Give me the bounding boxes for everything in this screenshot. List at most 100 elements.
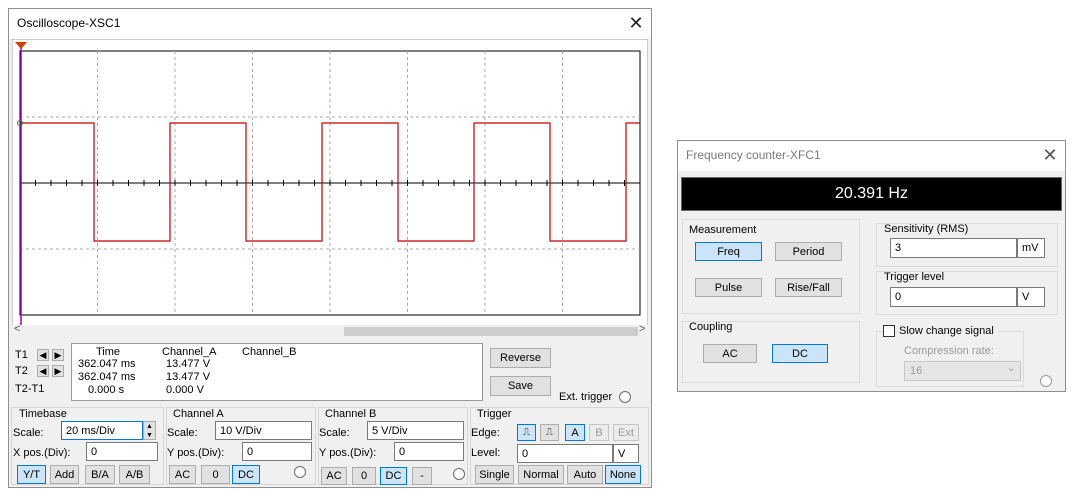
t1-label: T1 xyxy=(15,349,28,361)
t2-right-arrow-icon[interactable]: ▶ xyxy=(52,365,64,377)
channel-b-invert-button[interactable]: - xyxy=(412,467,432,485)
t1-channel-a: 13.477 V xyxy=(166,358,211,370)
edge-label: Edge: xyxy=(471,427,500,439)
oscilloscope-window: Oscilloscope-XSC1 ✕ < > T1 T2 T2-T1 ◀ ▶ … xyxy=(8,8,652,488)
channel-b-ac-button[interactable]: AC xyxy=(321,467,347,485)
t2-label: T2 xyxy=(15,365,28,377)
falling-edge-icon[interactable]: ⎍ xyxy=(540,424,559,441)
slow-change-checkbox[interactable] xyxy=(883,325,895,337)
xpos-label: X pos.(Div): xyxy=(13,447,71,459)
window-title: Frequency counter-XFC1 xyxy=(686,148,821,162)
timebase-title: Timebase xyxy=(19,408,67,420)
close-icon[interactable]: ✕ xyxy=(1040,145,1060,165)
mode-ba-button[interactable]: B/A xyxy=(85,465,115,484)
trigger-level-field[interactable]: 0 xyxy=(517,444,613,463)
channel-a-title: Channel A xyxy=(173,408,224,420)
trigger-source-b-button[interactable]: B xyxy=(589,424,609,441)
channel-a-scale-label: Scale: xyxy=(167,427,198,439)
t2-channel-a: 13.477 V xyxy=(166,371,211,383)
measure-period-button[interactable]: Period xyxy=(775,242,842,261)
save-button[interactable]: Save xyxy=(490,376,551,396)
sensitivity-field[interactable]: 3 xyxy=(890,238,1017,258)
channel-a-ypos-field[interactable]: 0 xyxy=(242,442,312,461)
t2-time: 362.047 ms xyxy=(78,371,136,383)
coupling-dc-button[interactable]: DC xyxy=(772,344,828,363)
rising-edge-icon[interactable]: ⎍ xyxy=(517,424,536,441)
channel-a-scale-field[interactable]: 10 V/Div xyxy=(215,421,312,440)
channel-b-zero-button[interactable]: 0 xyxy=(352,467,376,485)
trigger-single-button[interactable]: Single xyxy=(475,465,514,484)
frequency-display: 20.391 Hz xyxy=(681,177,1062,211)
mode-ab-button[interactable]: A/B xyxy=(119,465,150,484)
chevron-down-icon: ⌄ xyxy=(1007,363,1016,374)
frequency-readout: 20.391 Hz xyxy=(835,185,908,202)
oscilloscope-screen[interactable] xyxy=(12,39,648,327)
channel-b-terminal[interactable] xyxy=(453,468,465,480)
coupling-title: Coupling xyxy=(689,321,733,333)
sensitivity-title: Sensitivity (RMS) xyxy=(884,223,969,235)
t1-right-arrow-icon[interactable]: ▶ xyxy=(52,349,64,361)
measure-pulse-button[interactable]: Pulse xyxy=(695,278,762,297)
t1-left-arrow-icon[interactable]: ◀ xyxy=(37,349,49,361)
trigger-title: Trigger xyxy=(477,408,512,420)
scroll-left-icon[interactable]: < xyxy=(14,323,20,335)
coupling-ac-button[interactable]: AC xyxy=(703,344,757,363)
trigger-level-unit: V xyxy=(613,444,639,463)
sensitivity-unit-field[interactable]: mV xyxy=(1017,238,1045,258)
scroll-thumb[interactable] xyxy=(344,327,638,336)
trigger-level-label: Level: xyxy=(471,447,501,459)
reverse-button[interactable]: Reverse xyxy=(490,348,551,368)
channel-b-scale-label: Scale: xyxy=(319,427,350,439)
trigger-normal-button[interactable]: Normal xyxy=(518,465,564,484)
compression-rate-label: Compression rate: xyxy=(904,345,994,357)
t1-time: 362.047 ms xyxy=(78,358,136,370)
measurement-title: Measurement xyxy=(689,224,757,236)
t2-left-arrow-icon[interactable]: ◀ xyxy=(37,365,49,377)
oscilloscope-titlebar[interactable]: Oscilloscope-XSC1 ✕ xyxy=(9,9,651,39)
mode-add-button[interactable]: Add xyxy=(50,465,79,484)
ext-trigger-terminal[interactable] xyxy=(619,391,631,403)
channel-a-ypos-label: Y pos.(Div): xyxy=(167,447,225,459)
channel-b-dc-button[interactable]: DC xyxy=(380,467,407,485)
trigger-level-title: Trigger level xyxy=(884,271,945,283)
window-title: Oscilloscope-XSC1 xyxy=(17,16,121,30)
compression-rate-value: 16 xyxy=(910,365,923,377)
timebase-scale-label: Scale: xyxy=(13,427,44,439)
slow-change-label: Slow change signal xyxy=(899,325,997,337)
trigger-level-unit-field[interactable]: V xyxy=(1017,287,1045,307)
col-header-channel-a: Channel_A xyxy=(162,346,217,358)
t2-t1-channel-a: 0.000 V xyxy=(166,384,204,396)
counter-terminal[interactable] xyxy=(1040,375,1052,387)
channel-b-scale-field[interactable]: 5 V/Div xyxy=(367,421,464,440)
channel-b-title: Channel B xyxy=(325,408,377,420)
measure-risefall-button[interactable]: Rise/Fall xyxy=(775,278,842,297)
timebase-spin-icon[interactable]: ▲ ▼ xyxy=(143,421,156,440)
trigger-source-ext-button[interactable]: Ext xyxy=(613,424,639,441)
horizontal-scrollbar[interactable]: < > xyxy=(12,323,648,337)
trigger-auto-button[interactable]: Auto xyxy=(567,465,603,484)
scroll-right-icon[interactable]: > xyxy=(639,323,645,335)
channel-a-terminal[interactable] xyxy=(294,466,306,478)
t2-t1-label: T2-T1 xyxy=(15,383,45,395)
frequency-counter-titlebar[interactable]: Frequency counter-XFC1 ✕ xyxy=(678,141,1065,171)
channel-b-ypos-label: Y pos.(Div): xyxy=(319,447,377,459)
t2-t1-time: 0.000 s xyxy=(88,384,125,396)
close-icon[interactable]: ✕ xyxy=(626,13,646,33)
col-header-channel-b: Channel_B xyxy=(242,346,297,358)
ext-trigger-label: Ext. trigger xyxy=(559,391,613,403)
compression-rate-select[interactable]: 16 ⌄ xyxy=(904,361,1021,381)
xpos-field[interactable]: 0 xyxy=(86,442,158,461)
channel-b-ypos-field[interactable]: 0 xyxy=(394,442,464,461)
col-header-time: Time xyxy=(96,346,121,358)
channel-a-zero-button[interactable]: 0 xyxy=(201,465,230,484)
channel-a-dc-button[interactable]: DC xyxy=(232,465,260,484)
frequency-counter-window: Frequency counter-XFC1 ✕ 20.391 Hz Measu… xyxy=(677,140,1066,392)
trigger-none-button[interactable]: None xyxy=(605,465,641,484)
measure-freq-button[interactable]: Freq xyxy=(695,242,762,261)
trigger-source-a-button[interactable]: A xyxy=(565,424,585,441)
timebase-scale-field[interactable]: 20 ms/Div xyxy=(61,421,143,440)
channel-a-ac-button[interactable]: AC xyxy=(169,465,196,484)
trigger-level-field[interactable]: 0 xyxy=(890,287,1017,307)
readout-panel: Time Channel_A Channel_B 362.047 ms 13.4… xyxy=(71,343,483,401)
mode-yt-button[interactable]: Y/T xyxy=(17,465,46,484)
